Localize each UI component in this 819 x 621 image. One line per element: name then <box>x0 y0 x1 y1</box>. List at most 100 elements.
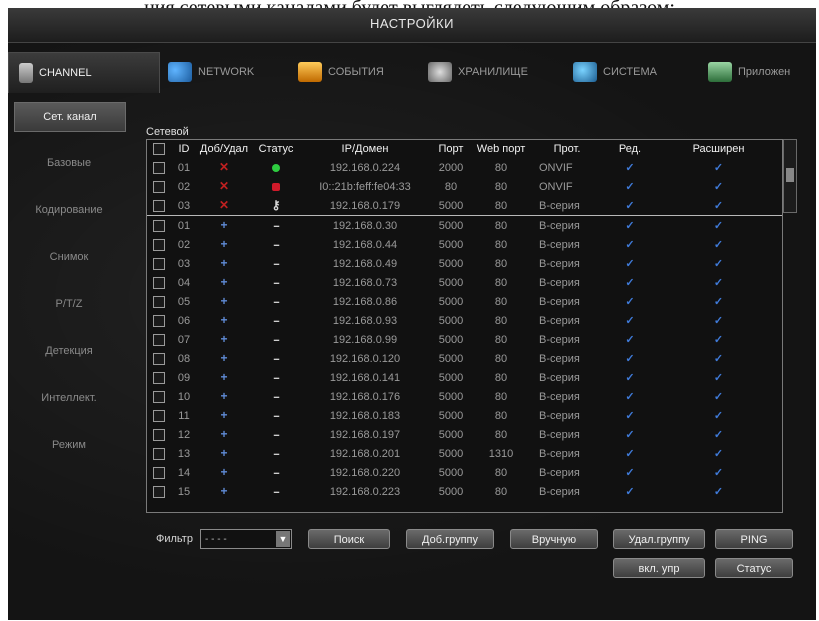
edit-icon[interactable]: ✓ <box>625 448 634 460</box>
table-row[interactable]: 03 + -- 192.168.0.49 5000 80 B-серия ✓ ✓ <box>147 254 782 273</box>
table-row[interactable]: 11 + -- 192.168.0.183 5000 80 B-серия ✓ ✓ <box>147 406 782 425</box>
add-delete-cell[interactable]: ✕ <box>197 196 251 216</box>
extended-cell[interactable]: ✓ <box>655 387 782 406</box>
add-icon[interactable]: + <box>220 294 227 308</box>
edit-icon[interactable]: ✓ <box>625 486 634 498</box>
edit-cell[interactable]: ✓ <box>605 177 655 196</box>
delete-icon[interactable]: ✕ <box>219 160 229 174</box>
add-icon[interactable]: + <box>220 313 227 327</box>
edit-icon[interactable]: ✓ <box>625 162 634 174</box>
extended-cell[interactable]: ✓ <box>655 254 782 273</box>
edit-icon[interactable]: ✓ <box>625 220 634 232</box>
checkbox[interactable] <box>153 180 165 193</box>
edit-icon[interactable]: ✓ <box>625 391 634 403</box>
add-delete-cell[interactable]: ✕ <box>197 177 251 196</box>
row-select-cell[interactable] <box>147 235 171 254</box>
checkbox[interactable] <box>153 409 165 422</box>
table-row[interactable]: 13 + -- 192.168.0.201 5000 1310 B-серия ✓ ✓ <box>147 444 782 463</box>
edit-cell[interactable]: ✓ <box>605 292 655 311</box>
extended-cell[interactable]: ✓ <box>655 311 782 330</box>
add-delete-cell[interactable]: + <box>197 330 251 349</box>
extended-cell[interactable]: ✓ <box>655 463 782 482</box>
edit-cell[interactable]: ✓ <box>605 482 655 501</box>
checkbox[interactable] <box>153 485 165 498</box>
edit-cell[interactable]: ✓ <box>605 463 655 482</box>
add-delete-cell[interactable]: + <box>197 368 251 387</box>
edit-icon[interactable]: ✓ <box>625 181 634 193</box>
edit-cell[interactable]: ✓ <box>605 216 655 236</box>
extended-edit-icon[interactable]: ✓ <box>714 181 723 193</box>
extended-cell[interactable]: ✓ <box>655 406 782 425</box>
row-select-cell[interactable] <box>147 196 171 216</box>
row-select-cell[interactable] <box>147 177 171 196</box>
row-select-cell[interactable] <box>147 387 171 406</box>
extended-edit-icon[interactable]: ✓ <box>714 391 723 403</box>
add-delete-cell[interactable]: + <box>197 406 251 425</box>
enable-control-button[interactable]: вкл. упр <box>613 558 705 578</box>
edit-icon[interactable]: ✓ <box>625 353 634 365</box>
checkbox[interactable] <box>153 428 165 441</box>
edit-icon[interactable]: ✓ <box>625 467 634 479</box>
add-delete-cell[interactable]: ✕ <box>197 158 251 177</box>
extended-cell[interactable]: ✓ <box>655 444 782 463</box>
search-button[interactable]: Поиск <box>308 529 390 549</box>
edit-icon[interactable]: ✓ <box>625 429 634 441</box>
extended-edit-icon[interactable]: ✓ <box>714 448 723 460</box>
scrollbar-thumb[interactable] <box>786 168 794 182</box>
table-row[interactable]: 02 + -- 192.168.0.44 5000 80 B-серия ✓ ✓ <box>147 235 782 254</box>
checkbox[interactable] <box>153 314 165 327</box>
extended-cell[interactable]: ✓ <box>655 273 782 292</box>
extended-cell[interactable]: ✓ <box>655 292 782 311</box>
extended-edit-icon[interactable]: ✓ <box>714 429 723 441</box>
tab-system[interactable]: СИСТЕМА <box>573 52 657 92</box>
sidebar-item-mode[interactable]: Режим <box>14 431 124 459</box>
delete-icon[interactable]: ✕ <box>219 179 229 193</box>
extended-edit-icon[interactable]: ✓ <box>714 410 723 422</box>
extended-edit-icon[interactable]: ✓ <box>714 277 723 289</box>
table-row[interactable]: 07 + -- 192.168.0.99 5000 80 B-серия ✓ ✓ <box>147 330 782 349</box>
sidebar-item-intelligence[interactable]: Интеллект. <box>14 384 124 412</box>
sidebar-item-network-channel[interactable]: Сет. канал <box>14 102 126 132</box>
add-delete-cell[interactable]: + <box>197 387 251 406</box>
checkbox[interactable] <box>153 447 165 460</box>
edit-cell[interactable]: ✓ <box>605 311 655 330</box>
row-select-cell[interactable] <box>147 273 171 292</box>
tab-channel[interactable]: CHANNEL <box>8 52 160 93</box>
checkbox[interactable] <box>153 199 165 212</box>
edit-cell[interactable]: ✓ <box>605 349 655 368</box>
add-delete-cell[interactable]: + <box>197 311 251 330</box>
extended-cell[interactable]: ✓ <box>655 482 782 501</box>
tab-network[interactable]: NETWORK <box>168 52 254 92</box>
extended-edit-icon[interactable]: ✓ <box>714 296 723 308</box>
add-delete-cell[interactable]: + <box>197 292 251 311</box>
table-row[interactable]: 01 + -- 192.168.0.30 5000 80 B-серия ✓ ✓ <box>147 216 782 236</box>
extended-edit-icon[interactable]: ✓ <box>714 372 723 384</box>
table-row[interactable]: 06 + -- 192.168.0.93 5000 80 B-серия ✓ ✓ <box>147 311 782 330</box>
extended-cell[interactable]: ✓ <box>655 158 782 177</box>
checkbox[interactable] <box>153 333 165 346</box>
tab-apps[interactable]: Приложен <box>708 52 790 92</box>
edit-cell[interactable]: ✓ <box>605 368 655 387</box>
extended-edit-icon[interactable]: ✓ <box>714 200 723 212</box>
add-icon[interactable]: + <box>220 408 227 422</box>
edit-cell[interactable]: ✓ <box>605 158 655 177</box>
edit-cell[interactable]: ✓ <box>605 406 655 425</box>
add-icon[interactable]: + <box>220 332 227 346</box>
extended-edit-icon[interactable]: ✓ <box>714 162 723 174</box>
sidebar-item-basic[interactable]: Базовые <box>14 149 124 177</box>
status-button[interactable]: Статус <box>715 558 793 578</box>
checkbox[interactable] <box>153 390 165 403</box>
edit-icon[interactable]: ✓ <box>625 200 634 212</box>
table-row[interactable]: 04 + -- 192.168.0.73 5000 80 B-серия ✓ ✓ <box>147 273 782 292</box>
add-icon[interactable]: + <box>220 237 227 251</box>
extended-cell[interactable]: ✓ <box>655 425 782 444</box>
extended-edit-icon[interactable]: ✓ <box>714 334 723 346</box>
checkbox[interactable] <box>153 352 165 365</box>
edit-icon[interactable]: ✓ <box>625 410 634 422</box>
extended-cell[interactable]: ✓ <box>655 216 782 236</box>
table-row[interactable]: 10 + -- 192.168.0.176 5000 80 B-серия ✓ ✓ <box>147 387 782 406</box>
add-icon[interactable]: + <box>220 484 227 498</box>
table-row[interactable]: 12 + -- 192.168.0.197 5000 80 B-серия ✓ ✓ <box>147 425 782 444</box>
edit-icon[interactable]: ✓ <box>625 258 634 270</box>
edit-icon[interactable]: ✓ <box>625 277 634 289</box>
